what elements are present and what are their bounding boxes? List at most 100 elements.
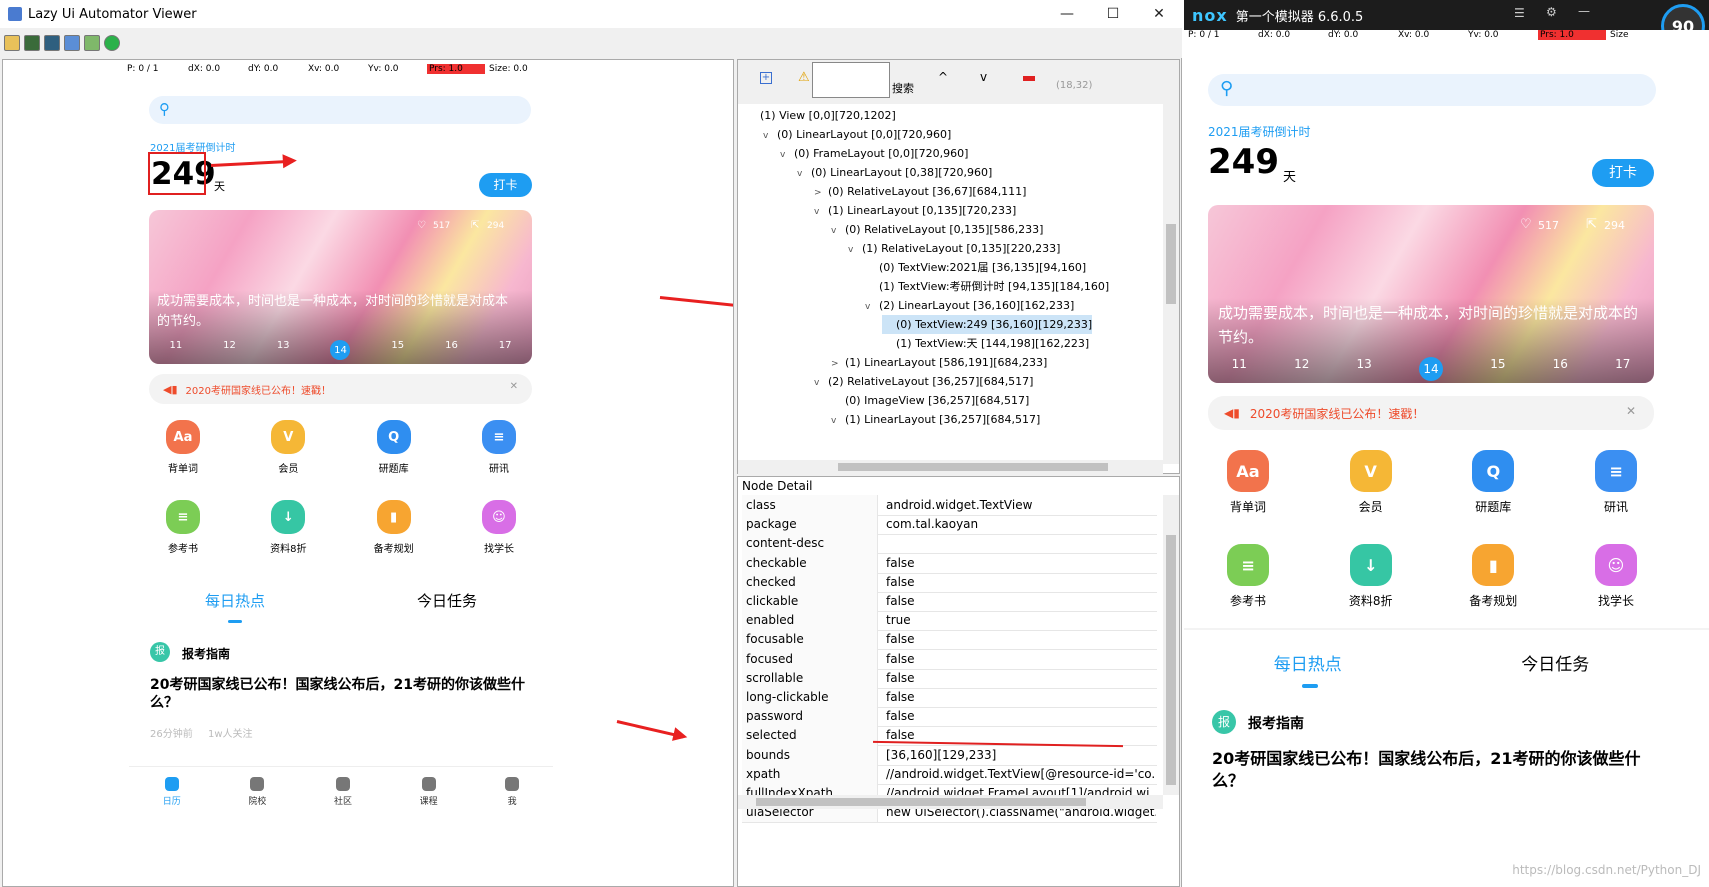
day-11[interactable]: 11 bbox=[1232, 357, 1247, 381]
expanded-chevron-icon[interactable]: v bbox=[831, 222, 845, 241]
tree-node[interactable]: v (0) RelativeLayout [0,135][586,233] bbox=[831, 220, 1043, 239]
notice-bar[interactable]: ◀▮ 2020考研国家线已公布！速戳！ ✕ bbox=[1208, 396, 1654, 430]
tree-node[interactable]: v (1) LinearLayout [36,257][684,517] bbox=[831, 410, 1040, 429]
day-14[interactable]: 14 bbox=[330, 340, 351, 360]
expanded-chevron-icon[interactable]: v bbox=[848, 241, 862, 260]
feature-7[interactable]: ☺ 找学长 bbox=[467, 500, 531, 555]
detail-row-enabled[interactable]: enabled true bbox=[742, 610, 1157, 632]
tree-node[interactable]: > (0) RelativeLayout [36,67][684,111] bbox=[814, 182, 1026, 201]
tree-node[interactable]: (0) TextView:249 [36,160][129,233] bbox=[882, 315, 1093, 334]
detail-row-clickable[interactable]: clickable false bbox=[742, 591, 1157, 612]
detail-value[interactable]: false bbox=[882, 591, 1156, 611]
tree-node[interactable]: v (2) RelativeLayout [36,257][684,517] bbox=[814, 372, 1033, 391]
nav-item-1[interactable]: 院校 bbox=[248, 777, 266, 812]
tab-daily-tasks[interactable]: 今日任务 bbox=[417, 590, 477, 611]
tree-node[interactable]: (1) View [0,0][720,1202] bbox=[746, 106, 896, 125]
minimize-icon[interactable]: — bbox=[1578, 4, 1590, 18]
detail-row-focusable[interactable]: focusable false bbox=[742, 629, 1157, 651]
detail-row-checkable[interactable]: checkable false bbox=[742, 552, 1157, 574]
device-screenshot-icon[interactable] bbox=[24, 35, 40, 51]
warning-icon[interactable]: ⚠ bbox=[798, 70, 810, 85]
headline[interactable]: 20考研国家线已公布！国家线公布后，21考研的你该做些什么？ bbox=[150, 676, 528, 712]
detail-value[interactable]: [36,160][129,233] bbox=[882, 745, 1156, 765]
detail-value[interactable] bbox=[882, 533, 1156, 553]
detail-value[interactable]: true bbox=[882, 610, 1156, 630]
search-bar[interactable]: ⚲ bbox=[1208, 74, 1656, 106]
share-icon[interactable]: ⇱ bbox=[1586, 217, 1597, 232]
notice-close-icon[interactable]: ✕ bbox=[1626, 404, 1636, 418]
tree-node[interactable]: (0) TextView:2021届 [36,135][94,160] bbox=[865, 258, 1086, 277]
detail-value[interactable]: false bbox=[882, 687, 1156, 707]
notice-bar[interactable]: ◀▮ 2020考研国家线已公布！速戳！ ✕ bbox=[149, 374, 532, 404]
feature-5[interactable]: ↓ 资料8折 bbox=[1335, 544, 1407, 609]
day-13[interactable]: 13 bbox=[277, 340, 290, 360]
detail-value[interactable]: com.tal.kaoyan bbox=[882, 514, 1156, 534]
headline[interactable]: 20考研国家线已公布！国家线公布后，21考研的你该做些什么？ bbox=[1212, 748, 1652, 792]
day-16[interactable]: 16 bbox=[1553, 357, 1568, 381]
feature-2[interactable]: Q 研题库 bbox=[1457, 450, 1529, 515]
day-15[interactable]: 15 bbox=[1490, 357, 1505, 381]
tree-node[interactable]: v (0) LinearLayout [0,38][720,960] bbox=[797, 163, 992, 182]
expanded-chevron-icon[interactable]: v bbox=[763, 127, 777, 146]
checkin-button[interactable]: 打卡 bbox=[479, 173, 532, 197]
open-folder-icon[interactable] bbox=[4, 35, 20, 51]
day-13[interactable]: 13 bbox=[1357, 357, 1372, 381]
day-12[interactable]: 12 bbox=[1294, 357, 1309, 381]
checkin-button[interactable]: 打卡 bbox=[1592, 159, 1654, 187]
day-17[interactable]: 17 bbox=[499, 340, 512, 360]
nav-item-2[interactable]: 社区 bbox=[334, 777, 352, 812]
detail-row-password[interactable]: password false bbox=[742, 706, 1157, 728]
settings-icon[interactable]: ⚙ bbox=[1546, 5, 1557, 19]
feature-6[interactable]: ▮ 备考规划 bbox=[1457, 544, 1529, 609]
day-14[interactable]: 14 bbox=[1419, 357, 1443, 381]
tree-node[interactable]: v (2) LinearLayout [36,160][162,233] bbox=[865, 296, 1074, 315]
expanded-chevron-icon[interactable]: v bbox=[814, 203, 828, 222]
feature-1[interactable]: V 会员 bbox=[256, 420, 320, 475]
tree-node[interactable]: (1) TextView:天 [144,198][162,223] bbox=[882, 334, 1089, 353]
expanded-chevron-icon[interactable]: v bbox=[797, 165, 811, 184]
refresh-icon[interactable] bbox=[104, 35, 120, 51]
tab-daily-hot[interactable]: 每日热点 bbox=[1274, 650, 1342, 675]
detail-row-package[interactable]: package com.tal.kaoyan bbox=[742, 514, 1157, 536]
tree-node[interactable]: (0) ImageView [36,257][684,517] bbox=[831, 391, 1029, 410]
detail-row-long-clickable[interactable]: long-clickable false bbox=[742, 687, 1157, 708]
tree-node[interactable]: v (0) LinearLayout [0,0][720,960] bbox=[763, 125, 951, 144]
daily-quote-card[interactable]: ♡ 517 ⇱ 294 成功需要成本，时间也是一种成本，对时间的珍惜就是对成本的… bbox=[1208, 205, 1654, 383]
heart-icon[interactable]: ♡ bbox=[417, 220, 426, 231]
feature-2[interactable]: Q 研题库 bbox=[362, 420, 426, 475]
tree-node[interactable]: v (1) LinearLayout [0,135][720,233] bbox=[814, 201, 1016, 220]
expanded-chevron-icon[interactable]: v bbox=[831, 412, 845, 431]
screenshot-panel[interactable]: P: 0 / 1 dX: 0.0 dY: 0.0 Xv: 0.0 Yv: 0.0… bbox=[2, 59, 734, 887]
tree-node[interactable]: (1) TextView:考研倒计时 [94,135][184,160] bbox=[865, 277, 1109, 296]
search-bar[interactable]: ⚲ bbox=[149, 96, 531, 124]
detail-value[interactable]: false bbox=[882, 572, 1156, 592]
detail-value[interactable]: false bbox=[882, 668, 1156, 688]
detail-vertical-scrollbar[interactable] bbox=[1163, 495, 1179, 795]
emulator-screen[interactable]: P: 0 / 1 dX: 0.0 dY: 0.0 Xv: 0.0 Yv: 0.0… bbox=[1184, 30, 1709, 887]
detail-horizontal-scrollbar[interactable] bbox=[738, 795, 1163, 809]
feature-7[interactable]: ☺ 找学长 bbox=[1580, 544, 1652, 609]
feature-0[interactable]: Aa 背单词 bbox=[1212, 450, 1284, 515]
minimize-button[interactable]: — bbox=[1044, 0, 1090, 28]
clear-search-icon[interactable] bbox=[1023, 76, 1035, 81]
export-icon[interactable] bbox=[84, 35, 100, 51]
tree-vertical-scrollbar[interactable] bbox=[1163, 104, 1179, 464]
tab-daily-tasks[interactable]: 今日任务 bbox=[1521, 650, 1589, 675]
feature-5[interactable]: ↓ 资料8折 bbox=[256, 500, 320, 555]
detail-value[interactable]: //android.widget.TextView[@resource-id='… bbox=[882, 764, 1156, 784]
nav-item-3[interactable]: 课程 bbox=[420, 777, 438, 812]
day-15[interactable]: 15 bbox=[391, 340, 404, 360]
day-11[interactable]: 11 bbox=[169, 340, 182, 360]
detail-value[interactable]: android.widget.TextView bbox=[882, 495, 1156, 515]
tree-node[interactable]: v (1) RelativeLayout [0,135][220,233] bbox=[848, 239, 1060, 258]
nav-item-0[interactable]: 日历 bbox=[163, 777, 181, 812]
expand-all-icon[interactable]: + bbox=[760, 72, 772, 84]
expanded-chevron-icon[interactable]: v bbox=[814, 374, 828, 393]
save-icon[interactable] bbox=[64, 35, 80, 51]
feature-3[interactable]: ≡ 研讯 bbox=[467, 420, 531, 475]
expanded-chevron-icon[interactable]: v bbox=[780, 146, 794, 165]
detail-value[interactable]: false bbox=[882, 553, 1156, 573]
expanded-chevron-icon[interactable]: v bbox=[865, 298, 879, 317]
feature-4[interactable]: ≡ 参考书 bbox=[1212, 544, 1284, 609]
close-button[interactable]: ✕ bbox=[1136, 0, 1182, 28]
